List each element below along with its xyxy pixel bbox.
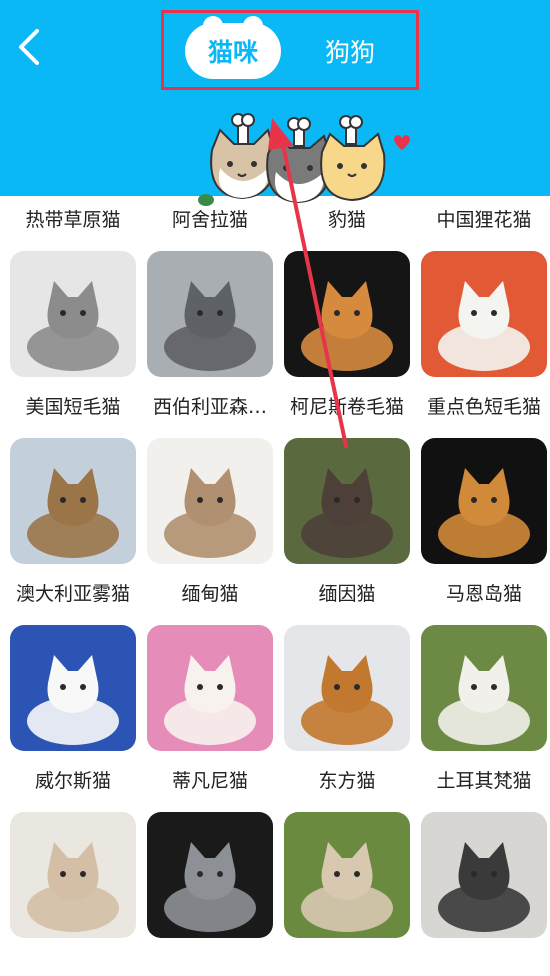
cats-mascot-illustration: [198, 113, 410, 206]
breed-card[interactable]: 东方猫: [284, 625, 410, 812]
breed-card[interactable]: 蒂凡尼猫: [147, 625, 273, 812]
category-tab-switch: 猫咪 狗狗: [161, 10, 419, 90]
chevron-left-icon: [19, 29, 39, 65]
breed-photo: [284, 625, 410, 751]
breed-photo: [284, 438, 410, 564]
breed-photo: [421, 812, 547, 938]
breed-card[interactable]: 缅甸猫: [147, 438, 273, 625]
breed-card[interactable]: 土耳其梵猫: [421, 625, 547, 812]
breed-card[interactable]: 西伯利亚森…: [147, 251, 273, 438]
breed-name: 缅因猫: [318, 583, 376, 605]
breed-card[interactable]: 柯尼斯卷毛猫: [284, 251, 410, 438]
breed-photo: [147, 438, 273, 564]
breed-photo: [421, 438, 547, 564]
breed-name: 威尔斯猫: [34, 770, 111, 792]
breed-photo: [10, 438, 136, 564]
breed-name: 东方猫: [318, 770, 376, 792]
breed-card[interactable]: 缅因猫: [284, 438, 410, 625]
breed-photo: [284, 812, 410, 938]
breed-name: 美国短毛猫: [25, 396, 121, 418]
breed-name: 西伯利亚森…: [152, 396, 267, 418]
breed-name: 中国狸花猫: [436, 209, 532, 231]
breed-card[interactable]: 威尔斯猫: [10, 625, 136, 812]
breed-photo: [284, 251, 410, 377]
breed-card[interactable]: [421, 812, 547, 976]
breed-card[interactable]: [147, 812, 273, 976]
breed-name: 澳大利亚雾猫: [15, 583, 130, 605]
breed-name: 土耳其梵猫: [436, 770, 532, 792]
breed-card[interactable]: [284, 812, 410, 976]
breed-photo: [147, 812, 273, 938]
tab-dogs[interactable]: 狗狗: [314, 23, 386, 79]
breed-card[interactable]: 重点色短毛猫: [421, 251, 547, 438]
breed-name: 马恩岛猫: [445, 583, 522, 605]
breed-name: 缅甸猫: [181, 583, 239, 605]
breed-grid: 热带草原猫 阿舍拉猫 豹猫 中国狸花猫 美国短毛猫 西伯利亚森… 柯尼斯卷毛猫 重点色短毛猫澳…: [10, 196, 547, 976]
breed-card[interactable]: 马恩岛猫: [421, 438, 547, 625]
back-button[interactable]: [12, 28, 46, 66]
breed-card[interactable]: 热带草原猫: [10, 196, 136, 251]
breed-name: 重点色短毛猫: [426, 396, 541, 418]
breed-photo: [10, 812, 136, 938]
breed-name: 热带草原猫: [25, 209, 121, 231]
breed-photo: [147, 625, 273, 751]
tab-dogs-label: 狗狗: [324, 38, 375, 67]
breed-grid-scroll[interactable]: 热带草原猫 阿舍拉猫 豹猫 中国狸花猫 美国短毛猫 西伯利亚森… 柯尼斯卷毛猫 重点色短毛猫澳…: [0, 196, 550, 976]
breed-photo: [10, 251, 136, 377]
breed-photo: [421, 625, 547, 751]
breed-name: 蒂凡尼猫: [171, 770, 248, 792]
tab-cats-label: 猫咪: [207, 38, 258, 67]
breed-card[interactable]: 中国狸花猫: [421, 196, 547, 251]
tab-cats[interactable]: 猫咪: [185, 16, 281, 79]
breed-photo: [147, 251, 273, 377]
breed-photo: [421, 251, 547, 377]
breed-card[interactable]: 美国短毛猫: [10, 251, 136, 438]
breed-photo: [10, 625, 136, 751]
breed-name: 柯尼斯卷毛猫: [289, 396, 404, 418]
breed-card[interactable]: 澳大利亚雾猫: [10, 438, 136, 625]
breed-card[interactable]: [10, 812, 136, 976]
